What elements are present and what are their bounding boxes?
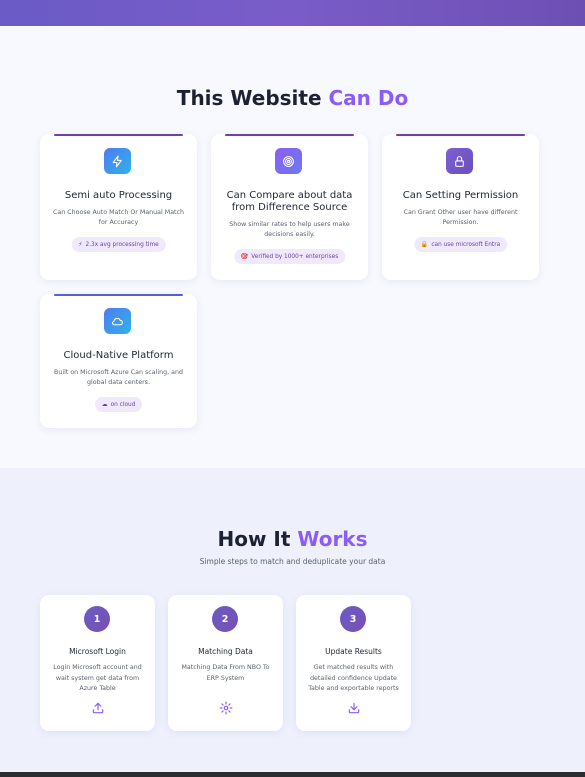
step-card-matching: 2 Matching Data Matching Data From NBO T… (168, 595, 283, 731)
cloud-icon (104, 308, 131, 334)
feature-badge: ⚡ 2.3x avg processing time (71, 237, 166, 252)
download-icon (348, 702, 359, 714)
badge-icon: ☁ (101, 401, 108, 408)
badge-icon: ⚡ (78, 241, 83, 248)
step-card-login: 1 Microsoft Login Login Microsoft accoun… (40, 595, 155, 731)
lock-icon (446, 148, 473, 174)
feature-description: Can Grant Other user have different Perm… (403, 209, 518, 226)
feature-card-compare: Can Compare about data from Difference S… (211, 134, 368, 280)
lightning-icon (104, 148, 131, 174)
step-number: 1 (84, 606, 110, 632)
target-icon (275, 148, 302, 174)
top-header-bar (0, 0, 585, 26)
step-number: 3 (340, 606, 366, 632)
feature-title: Can Compare about data from Difference S… (226, 190, 353, 213)
badge-label: Verified by 1000+ enterprises (251, 253, 339, 260)
how-heading-accent: Works (297, 527, 368, 551)
feature-description: Can Choose Auto Match Or Manual Match fo… (53, 209, 184, 226)
feature-title: Semi auto Processing (64, 190, 173, 201)
step-card-update: 3 Update Results Get matched results wit… (296, 595, 411, 731)
how-heading-main: How It (217, 527, 298, 551)
feature-card-permission: Can Setting Permission Can Grant Other u… (382, 134, 539, 280)
feature-title: Can Setting Permission (402, 190, 519, 201)
feature-description: Show similar rates to help users make de… (229, 221, 350, 238)
badge-icon: 🔒 (420, 241, 429, 248)
step-description: Login Microsoft account and wait system … (53, 664, 142, 692)
features-section: This Website Can Do Semi auto Processing… (0, 26, 585, 468)
step-title: Matching Data (198, 647, 253, 656)
how-it-works-section: How It Works Simple steps to match and d… (0, 468, 585, 772)
how-it-works-heading: How It Works (0, 527, 585, 551)
feature-card-semi-auto: Semi auto Processing Can Choose Auto Mat… (40, 134, 197, 280)
badge-label: can use microsoft Entra (431, 241, 501, 248)
step-description: Matching Data From NBO To ERP System (181, 664, 270, 682)
upload-icon (92, 702, 103, 714)
feature-badge: ☁ on cloud (94, 397, 143, 412)
bottom-border (0, 772, 585, 777)
how-it-works-subtitle: Simple steps to match and deduplicate yo… (199, 557, 386, 566)
step-description: Get matched results with detailed confid… (308, 664, 399, 692)
badge-label: 2.3x avg processing time (85, 241, 159, 248)
feature-badge: 🎯 Verified by 1000+ enterprises (233, 249, 346, 264)
features-heading-accent: Can Do (328, 86, 409, 110)
badge-label: on cloud (110, 401, 136, 408)
step-title: Microsoft Login (69, 647, 126, 656)
gear-icon (219, 701, 232, 715)
features-heading: This Website Can Do (0, 86, 585, 110)
feature-title: Cloud-Native Platform (63, 350, 174, 361)
feature-card-cloud: Cloud-Native Platform Built on Microsoft… (40, 294, 197, 428)
badge-icon: 🎯 (240, 253, 249, 260)
feature-badge: 🔒 can use microsoft Entra (413, 237, 508, 252)
step-title: Update Results (325, 647, 382, 656)
features-heading-main: This Website (176, 86, 329, 110)
feature-description: Built on Microsoft Azure Can scaling, an… (54, 369, 183, 386)
step-number: 2 (212, 606, 238, 632)
